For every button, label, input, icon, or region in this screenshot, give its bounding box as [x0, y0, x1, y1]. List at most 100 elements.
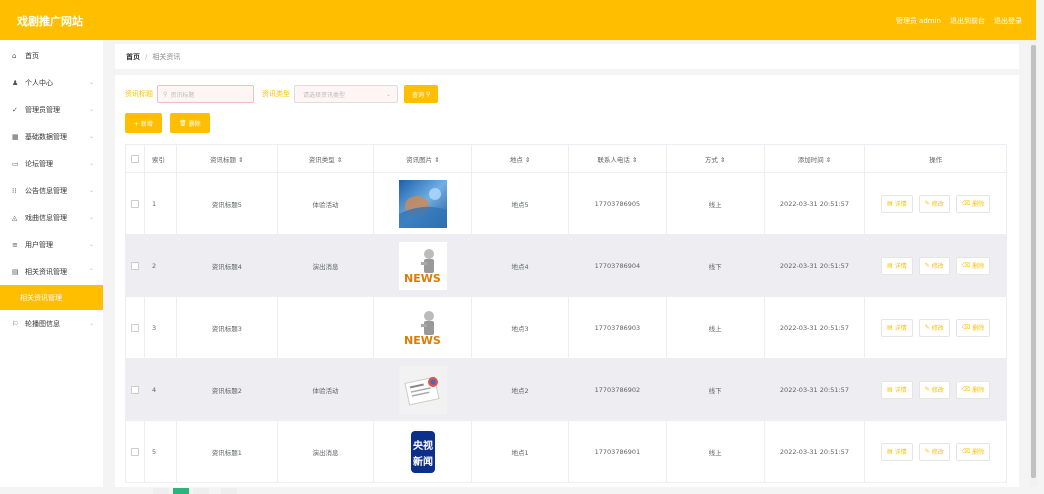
column-header[interactable]: 方式 ⇕ [667, 145, 765, 172]
batch-delete-button[interactable]: 🗑 删除 [169, 113, 210, 133]
scrollbar-thumb[interactable] [1031, 45, 1036, 478]
detail-button[interactable]: ▤ 详情 [881, 442, 913, 461]
grid-icon: ⁞⁞ [12, 186, 17, 195]
query-button[interactable]: 查询 ⚲ [404, 85, 439, 103]
sidebar-item-5[interactable]: ⁞⁞ 公告信息管理 ⌄ [0, 177, 103, 204]
delete-button[interactable]: ⌫ 删除 [955, 318, 991, 337]
logout-link[interactable]: 退出登录 [994, 16, 1022, 26]
column-header: 操作 [929, 155, 943, 164]
sidebar-item-6[interactable]: ◬ 戏曲信息管理 ⌄ [0, 204, 103, 231]
edit-button[interactable]: ✎ 修改 [918, 442, 950, 461]
title-search-input[interactable]: ⚲ 资讯标题 [157, 85, 254, 103]
row-select-cell[interactable] [126, 359, 145, 420]
sidebar-item-label: 戏曲信息管理 [25, 213, 67, 222]
table-row: 4 资讯标题2 体验活动 地点2 17703786902 线下 2022-03-31 20:… [125, 359, 1007, 421]
phone-cell: 17703786901 [569, 421, 667, 482]
sidebar-item-1[interactable]: ♟ 个人中心 ⌄ [0, 69, 103, 96]
news-thumbnail: NEWS [398, 241, 447, 290]
edit-button[interactable]: ✎ 修改 [918, 380, 950, 399]
back-to-front-link[interactable]: 退出到前台 [950, 16, 985, 26]
sidebar-item-2[interactable]: ✓ 管理员管理 ⌄ [0, 96, 103, 123]
title-cell: 资讯标题3 [177, 297, 278, 358]
sidebar-item-label: 基础数据管理 [25, 132, 67, 141]
sidebar-item-0[interactable]: ⌂ 首页 [0, 42, 103, 69]
type-select[interactable]: 请选择资讯类型 ⌄ [294, 85, 398, 103]
detail-button[interactable]: ▤ 详情 [881, 380, 913, 399]
detail-button[interactable]: ▤ 详情 [881, 256, 913, 275]
row-select-cell[interactable] [126, 235, 145, 296]
row-select-cell[interactable] [126, 421, 145, 482]
mode-cell: 线上 [667, 297, 765, 358]
database-icon: ▦ [12, 132, 19, 141]
breadcrumb-home[interactable]: 首页 [126, 52, 140, 62]
column-header[interactable]: 资讯标题 ⇕ [177, 145, 278, 172]
header-select-all[interactable] [126, 145, 145, 172]
news-thumbnail [398, 365, 447, 414]
sidebar-item-4[interactable]: ▭ 论坛管理 ⌄ [0, 150, 103, 177]
mode-cell: 线下 [667, 235, 765, 296]
pagination-page-active[interactable] [173, 488, 189, 494]
column-header[interactable]: 地点 ⇕ [472, 145, 569, 172]
column-header[interactable]: 资讯类型 ⇕ [278, 145, 375, 172]
edit-label: 修改 [931, 387, 944, 394]
row-checkbox[interactable] [130, 323, 139, 332]
index-cell: 2 [145, 235, 177, 296]
row-select-cell[interactable] [126, 173, 145, 234]
add-button[interactable]: + 新增 [125, 113, 162, 133]
delete-button[interactable]: ⌫ 删除 [955, 380, 991, 399]
sidebar-item-7[interactable]: ≡ 用户管理 ⌄ [0, 231, 103, 258]
index-cell: 5 [145, 421, 177, 482]
svg-text:NEWS: NEWS [404, 272, 441, 285]
detail-label: 详情 [894, 387, 907, 394]
sidebar-item-label: 公告信息管理 [25, 186, 67, 195]
edit-button[interactable]: ✎ 修改 [918, 318, 950, 337]
edit-button[interactable]: ✎ 修改 [918, 194, 950, 213]
sidebar-item-3[interactable]: ▦ 基础数据管理 ⌄ [0, 123, 103, 150]
row-checkbox[interactable] [130, 385, 139, 394]
chevron-down-icon: ⌄ [88, 214, 94, 221]
pencil-icon: ✎ [924, 448, 930, 455]
table-body: 1 资讯标题5 体验活动 地点5 17703786905 线上 2022-03-31 20:… [125, 173, 1007, 483]
trash-icon: ⌫ [961, 262, 971, 269]
detail-button[interactable]: ▤ 详情 [881, 318, 913, 337]
table-row: 1 资讯标题5 体验活动 地点5 17703786905 线上 2022-03-31 20:… [125, 173, 1007, 235]
time-cell: 2022-03-31 20:51:57 [765, 359, 866, 420]
pencil-icon: ✎ [924, 200, 930, 207]
column-header[interactable]: 添加时间 ⇕ [765, 145, 866, 172]
type-cell [278, 297, 375, 358]
index-cell: 3 [145, 297, 177, 358]
phone-cell: 17703786902 [569, 359, 667, 420]
sidebar-item-label: 相关资讯管理 [20, 293, 62, 302]
pagination-size[interactable] [221, 488, 237, 494]
image-cell: 央视 新闻 [374, 421, 473, 482]
row-checkbox[interactable] [130, 447, 139, 456]
pagination-prev[interactable] [153, 488, 169, 494]
place-cell: 地点1 [472, 421, 569, 482]
image-cell [374, 359, 473, 420]
title-cell: 资讯标题2 [177, 359, 278, 420]
column-header[interactable]: 资讯图片 ⇕ [374, 145, 473, 172]
sidebar-item-10[interactable]: ⚐ 轮播图信息 ⌄ [0, 310, 103, 337]
row-select-cell[interactable] [126, 297, 145, 358]
delete-button[interactable]: ⌫ 删除 [955, 256, 991, 275]
pencil-icon: ✎ [924, 324, 930, 331]
sidebar-subitem-news-manage[interactable]: 相关资讯管理 [0, 285, 103, 310]
row-checkbox[interactable] [130, 261, 139, 270]
mode-cell: 线上 [667, 173, 765, 234]
detail-button[interactable]: ▤ 详情 [881, 194, 913, 213]
sidebar-item-label: 轮播图信息 [25, 319, 60, 328]
pagination [153, 488, 237, 494]
select-all-checkbox[interactable] [130, 154, 139, 163]
edit-button[interactable]: ✎ 修改 [918, 256, 950, 275]
page-scrollbar[interactable] [1030, 40, 1037, 487]
top-right-links: 管理员 admin 退出到前台 退出登录 [896, 16, 1022, 26]
trash-icon: ⌫ [961, 200, 971, 207]
sidebar-item-8[interactable]: ▤ 相关资讯管理 ⌃ [0, 258, 103, 285]
delete-button[interactable]: ⌫ 删除 [955, 442, 991, 461]
column-header[interactable]: 联系人电话 ⇕ [569, 145, 667, 172]
row-checkbox[interactable] [130, 199, 139, 208]
pagination-next[interactable] [193, 488, 209, 494]
document-icon: ▤ [887, 386, 893, 393]
delete-button[interactable]: ⌫ 删除 [955, 194, 991, 213]
mode-cell: 线上 [667, 421, 765, 482]
